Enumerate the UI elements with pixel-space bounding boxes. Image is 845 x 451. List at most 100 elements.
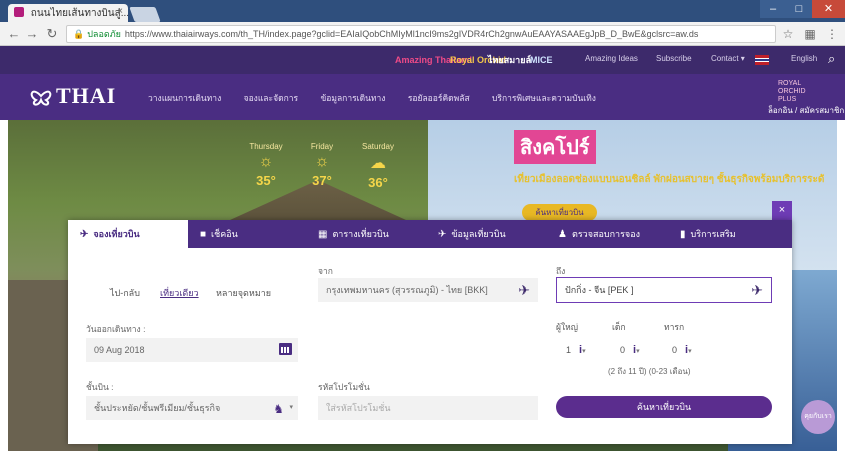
weather-day-label: Friday [310, 142, 334, 151]
star-icon[interactable]: ☆ [780, 26, 796, 42]
booking-tabs: ✈ จองเที่ยวบิน ■ เช็คอิน ▦ ตารางเที่ยวบิน ✈… [68, 220, 792, 248]
arrival-plane-icon: ✈ [751, 282, 763, 298]
to-label: ถึง [556, 266, 566, 276]
chevron-down-icon: ▾ [688, 348, 692, 355]
from-input[interactable]: กรุงเทพมหานคร (สุวรรณภูมิ) - ไทย [BKK] ✈ [318, 278, 538, 302]
to-input[interactable]: ปักกิ่ง - จีน [PEK ] ✈ [556, 277, 772, 303]
weather-temp: 36° [368, 175, 388, 190]
tab-label: เช็คอิน [211, 229, 238, 239]
promo-code-label: รหัสโปรโมชั่น [318, 382, 370, 392]
url-text: https://www.thaiairways.com/th_TH/index.… [124, 29, 699, 39]
promo-code-input[interactable]: ใส่รหัสโปรโมชั่น [318, 396, 538, 420]
back-icon[interactable]: ← [6, 26, 22, 42]
weather-day-label: Saturday [361, 142, 395, 151]
promo-code-placeholder: ใส่รหัสโปรโมชั่น [326, 403, 391, 413]
promo-block: สิงคโปร์ เที่ยวเมืองลอดช่องแบบนอนชิลล์ พ… [514, 130, 834, 221]
site-topbar: Amazing Thailand Royal Orchid ไทยสมายล์ … [0, 46, 845, 74]
nav-link-book[interactable]: จองและจัดการ [244, 93, 298, 103]
cabin-class-select[interactable]: ชั้นประหยัด/ชั้นพรีเมียม/ชั้นธุรกิจ ♞ ▾ [86, 396, 298, 420]
weather-day: Saturday ☁ 36° [348, 142, 408, 190]
date-label: วันออกเดินทาง : [86, 324, 146, 334]
nav-link-plan[interactable]: วางแผนการเดินทาง [148, 93, 221, 103]
tab-label: จองเที่ยวบิน [93, 229, 140, 239]
trip-multi-city[interactable]: หลายจุดหมาย [216, 286, 271, 300]
minimize-icon[interactable]: – [760, 0, 786, 18]
calendar-icon: ▦ [318, 229, 328, 240]
thai-logo[interactable]: THAI [28, 84, 116, 108]
promo-search-button[interactable]: ค้นหาเที่ยวบิน [522, 204, 597, 221]
reload-icon[interactable]: ↻ [44, 26, 60, 42]
tab-title: ถนนไทยเส้นทางบินสู่... [30, 8, 128, 19]
departure-plane-icon: ✈ [518, 282, 530, 298]
new-tab-button[interactable] [129, 7, 161, 22]
booking-close-icon[interactable]: × [772, 201, 792, 220]
suitcase-icon: ■ [200, 229, 207, 240]
class-value: ชั้นประหยัด/ชั้นพรีเมียม/ชั้นธุรกิจ [94, 403, 221, 413]
chevron-down-icon: ▾ [582, 348, 586, 355]
main-nav: THAI วางแผนการเดินทาง จองและจัดการ ข้อมู… [0, 74, 845, 120]
tab-book-flight[interactable]: ✈ จองเที่ยวบิน [68, 220, 188, 248]
weather-temp: 35° [256, 173, 276, 188]
top-link-amazing-ideas[interactable]: Amazing Ideas [585, 54, 638, 63]
extension-icon[interactable]: ▦ [802, 26, 818, 42]
nav-links: วางแผนการเดินทาง จองและจัดการ ข้อมูลการเ… [148, 91, 616, 105]
mice-logo[interactable]: MICE [530, 53, 553, 67]
url-input[interactable]: 🔒 ปลอดภัย https://www.thaiairways.com/th_T… [66, 25, 776, 43]
nav-link-rop[interactable]: รอยัลออร์คิดพลัส [408, 93, 470, 103]
cloud-icon: ☁ [370, 155, 386, 172]
nav-link-info[interactable]: ข้อมูลการเดินทาง [320, 93, 385, 103]
tab-manage-booking[interactable]: ♟ ตรวจสอบการจอง [546, 220, 668, 248]
plane-icon: ✈ [80, 229, 89, 240]
brand-text: THAI [56, 83, 117, 108]
maximize-icon[interactable]: □ [786, 0, 812, 18]
tab-label: ตรวจสอบการจอง [571, 229, 640, 239]
document-icon: ▮ [680, 229, 686, 240]
infant-select[interactable]: 0 i▾ [672, 344, 692, 356]
departure-date-input[interactable]: 09 Aug 2018 [86, 338, 298, 362]
chevron-down-icon: ▾ [289, 404, 293, 411]
language-selector[interactable]: English [791, 54, 817, 63]
uk-flag-icon[interactable] [755, 55, 769, 65]
thai-smile-logo[interactable]: ไทยสมายล์ [488, 53, 531, 67]
child-select[interactable]: 0 i▾ [620, 344, 640, 356]
rop-logo[interactable]: ROYAL ORCHID PLUS [778, 80, 808, 103]
promo-title: สิงคโปร์ [514, 130, 596, 164]
lock-icon: 🔒 [73, 29, 85, 39]
search-flights-button[interactable]: ค้นหาเที่ยวบิน [556, 396, 772, 418]
tab-flight-info[interactable]: ✈ ข้อมูลเที่ยวบิน [426, 220, 546, 248]
tab-close-icon[interactable]: × [117, 6, 123, 17]
chat-button[interactable]: คุยกับเรา [801, 400, 835, 434]
search-icon[interactable]: ⌕ [828, 51, 835, 67]
tab-timetable[interactable]: ▦ ตารางเที่ยวบิน [306, 220, 426, 248]
chevron-down-icon: ▾ [636, 348, 640, 355]
date-value: 09 Aug 2018 [94, 345, 145, 355]
infant-label: ทารก [664, 322, 685, 332]
tab-extra-services[interactable]: ▮ บริการเสริม [668, 220, 792, 248]
top-link-contact[interactable]: Contact ▾ [711, 54, 745, 63]
person-icon: ♟ [558, 229, 567, 240]
tab-label: บริการเสริม [690, 229, 736, 239]
window-close-icon[interactable]: ✕ [812, 0, 845, 18]
seat-icon: ♞ [273, 402, 284, 416]
from-label: จาก [318, 266, 333, 276]
trip-one-way[interactable]: เที่ยวเดียว [160, 286, 199, 300]
browser-titlebar: ถนนไทยเส้นทางบินสู่... × – □ ✕ [0, 0, 845, 22]
menu-icon[interactable]: ⋮ [824, 26, 840, 42]
top-link-subscribe[interactable]: Subscribe [656, 54, 692, 63]
infant-count: 0 [672, 345, 678, 355]
nav-link-services[interactable]: บริการพิเศษและความบันเทิง [492, 93, 596, 103]
weather-temp: 37° [312, 173, 332, 188]
calendar-icon[interactable] [279, 343, 292, 355]
sun-icon: ☼ [258, 153, 274, 170]
promo-subtitle: เที่ยวเมืองลอดช่องแบบนอนชิลล์ พักผ่อนสบา… [514, 174, 824, 185]
tab-checkin[interactable]: ■ เช็คอิน [188, 220, 306, 248]
child-count: 0 [620, 345, 626, 355]
class-label: ชั้นบิน : [86, 382, 114, 392]
trip-round-trip[interactable]: ไป-กลับ [110, 286, 140, 300]
adult-select[interactable]: 1 i▾ [566, 344, 586, 356]
browser-tab[interactable]: ถนนไทยเส้นทางบินสู่... × [8, 4, 128, 22]
login-link[interactable]: ล็อกอิน / สมัครสมาชิก [768, 104, 844, 117]
forward-icon[interactable]: → [24, 26, 40, 42]
adult-count: 1 [566, 345, 572, 355]
orchid-icon [30, 90, 52, 106]
